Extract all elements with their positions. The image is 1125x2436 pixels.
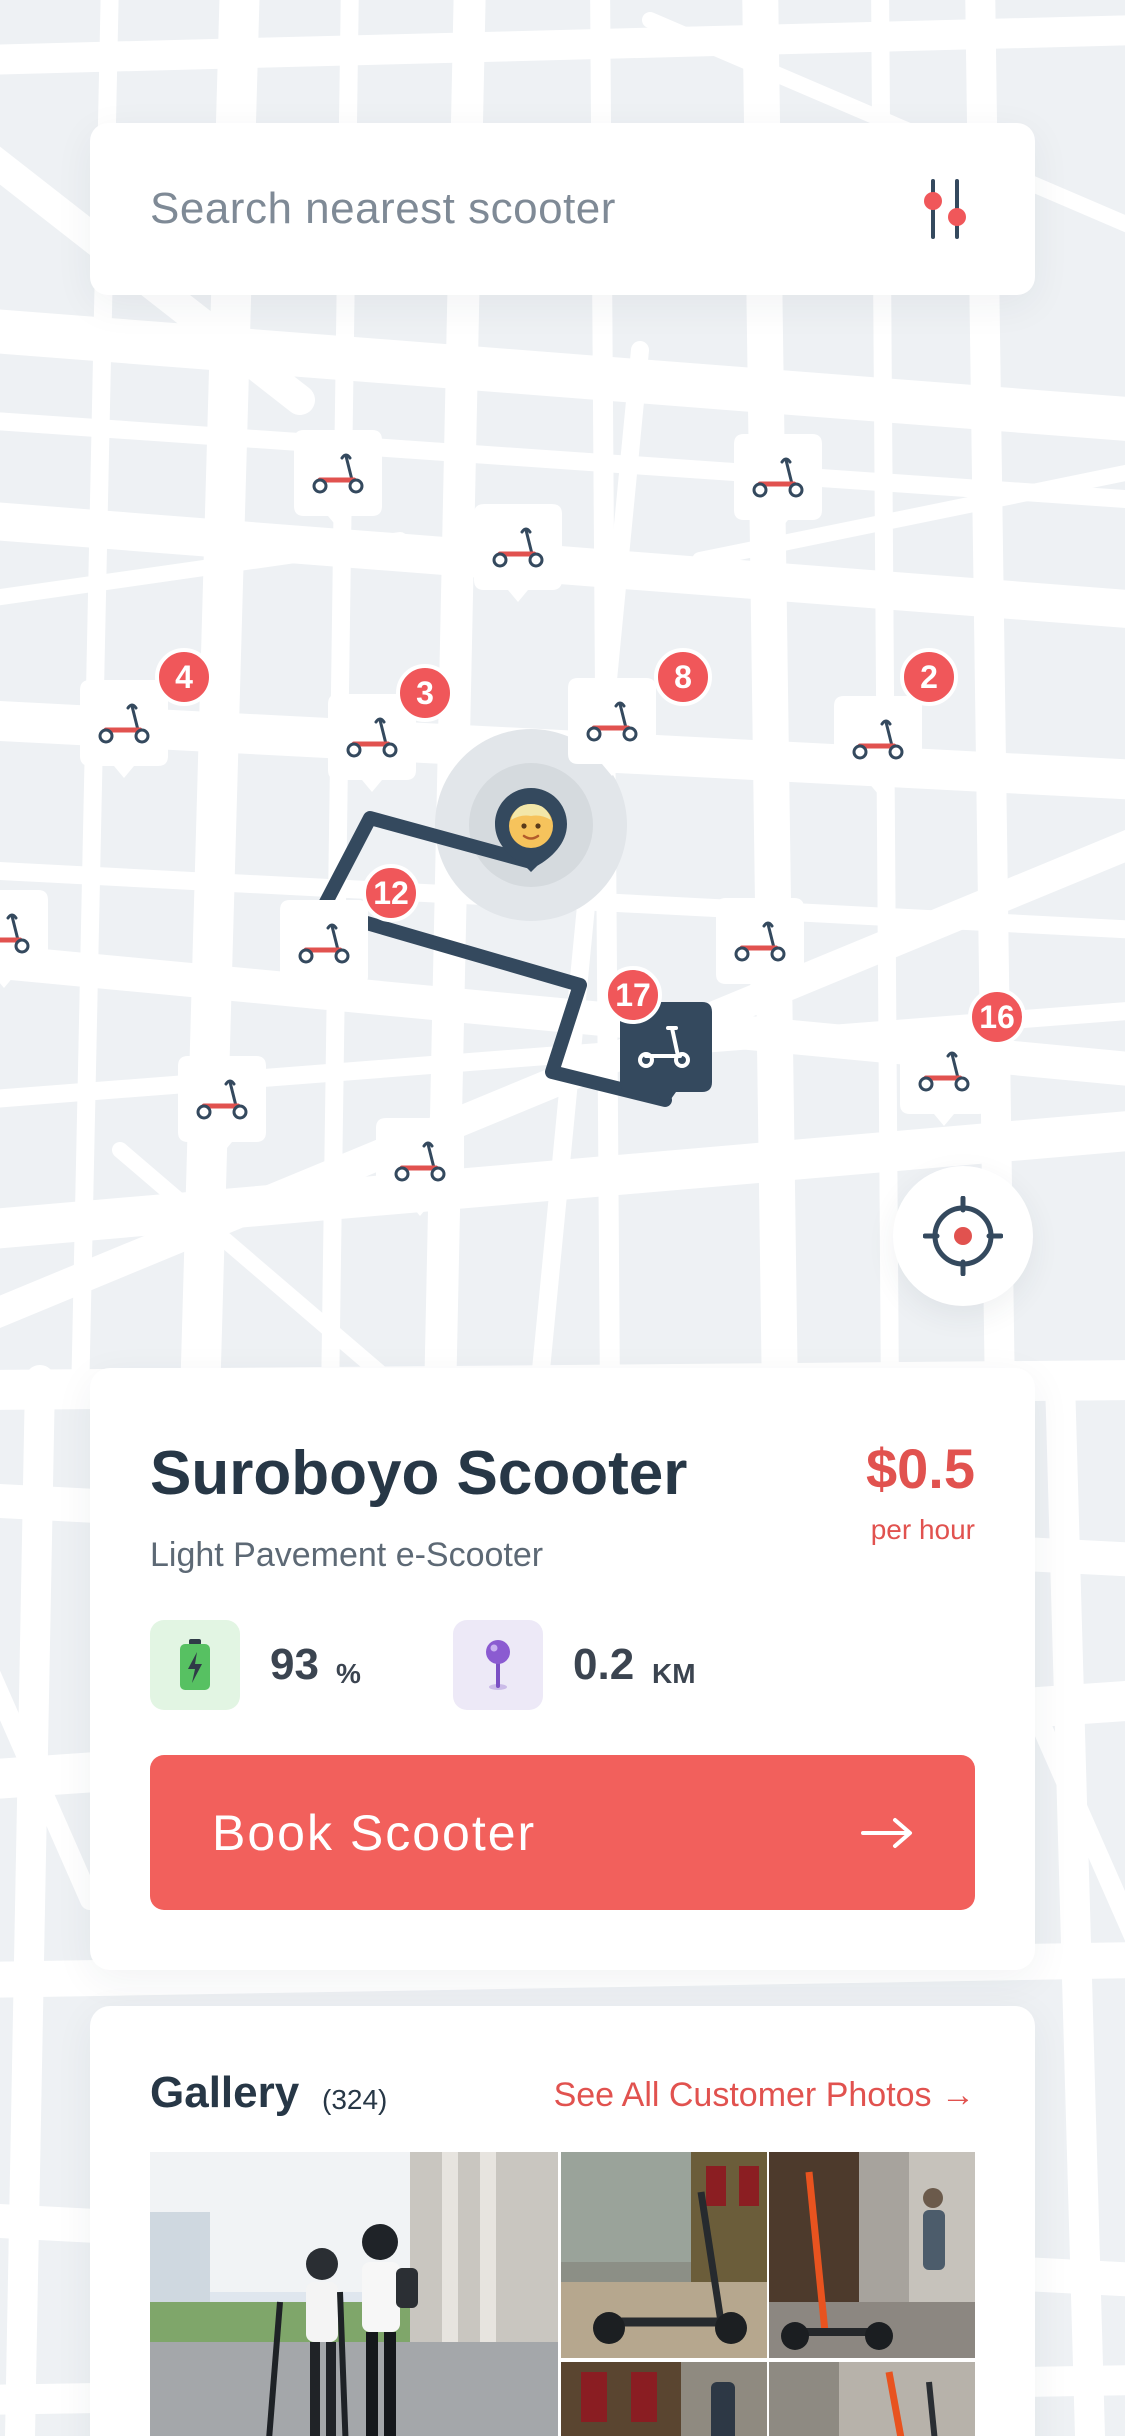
distance-icon-box bbox=[453, 1620, 543, 1710]
gallery-card: Gallery (324) See All Customer Photos → bbox=[90, 2006, 1035, 2436]
cluster-badge[interactable]: 17 bbox=[604, 966, 662, 1024]
cluster-badge[interactable]: 2 bbox=[900, 648, 958, 706]
gallery-photo[interactable] bbox=[769, 2152, 975, 2358]
search-bar[interactable]: Search nearest scooter bbox=[90, 123, 1035, 295]
book-scooter-button[interactable]: Book Scooter bbox=[150, 1755, 975, 1910]
gallery-title: Gallery bbox=[150, 2068, 300, 2117]
cluster-badge[interactable]: 4 bbox=[155, 648, 213, 706]
cluster-badge[interactable]: 12 bbox=[362, 864, 420, 922]
price-unit: per hour bbox=[870, 1514, 975, 1545]
cluster-badge[interactable]: 16 bbox=[968, 988, 1026, 1046]
scooter-name: Suroboyo Scooter bbox=[150, 1439, 688, 1508]
scooter-marker[interactable] bbox=[830, 690, 926, 800]
distance-unit: KM bbox=[652, 1658, 696, 1689]
scooter-marker[interactable] bbox=[290, 424, 386, 534]
gallery-photo[interactable] bbox=[150, 2152, 558, 2436]
location-pin-icon bbox=[486, 1640, 510, 1690]
cluster-badge[interactable]: 8 bbox=[654, 648, 712, 706]
scooter-marker[interactable] bbox=[470, 498, 566, 608]
gallery-photo[interactable] bbox=[561, 2152, 767, 2358]
scooter-price: $0.5 bbox=[866, 1437, 975, 1500]
user-avatar-icon bbox=[495, 788, 567, 872]
scooter-marker[interactable] bbox=[730, 428, 826, 538]
scooter-marker[interactable] bbox=[712, 892, 808, 1002]
scooter-marker[interactable] bbox=[372, 1112, 468, 1222]
see-all-photos-link[interactable]: See All Customer Photos → bbox=[554, 2076, 975, 2115]
gallery-photo[interactable] bbox=[769, 2362, 975, 2436]
battery-icon-box bbox=[150, 1620, 240, 1710]
battery-unit: % bbox=[336, 1658, 361, 1689]
scooter-type: Light Pavement e-Scooter bbox=[150, 1536, 544, 1574]
scooter-marker[interactable] bbox=[276, 894, 372, 1004]
scooter-marker[interactable] bbox=[564, 672, 660, 782]
gallery-photo[interactable] bbox=[561, 2362, 767, 2436]
cluster-badge[interactable]: 3 bbox=[396, 664, 454, 722]
locate-button[interactable] bbox=[893, 1166, 1033, 1306]
scooter-marker[interactable] bbox=[174, 1050, 270, 1160]
scooter-detail-card: Suroboyo Scooter Light Pavement e-Scoote… bbox=[90, 1368, 1035, 1970]
gallery-count: (324) bbox=[322, 2084, 388, 2115]
crosshair-icon bbox=[923, 1196, 1003, 1276]
battery-value: 93 bbox=[270, 1640, 319, 1689]
battery-icon bbox=[180, 1639, 210, 1690]
book-scooter-label: Book Scooter bbox=[212, 1804, 537, 1861]
distance-value: 0.2 bbox=[573, 1640, 635, 1689]
arrow-right-icon bbox=[861, 1817, 912, 1848]
filter-icon[interactable] bbox=[915, 177, 975, 241]
search-input[interactable]: Search nearest scooter bbox=[150, 184, 915, 234]
scooter-marker[interactable] bbox=[0, 884, 52, 994]
